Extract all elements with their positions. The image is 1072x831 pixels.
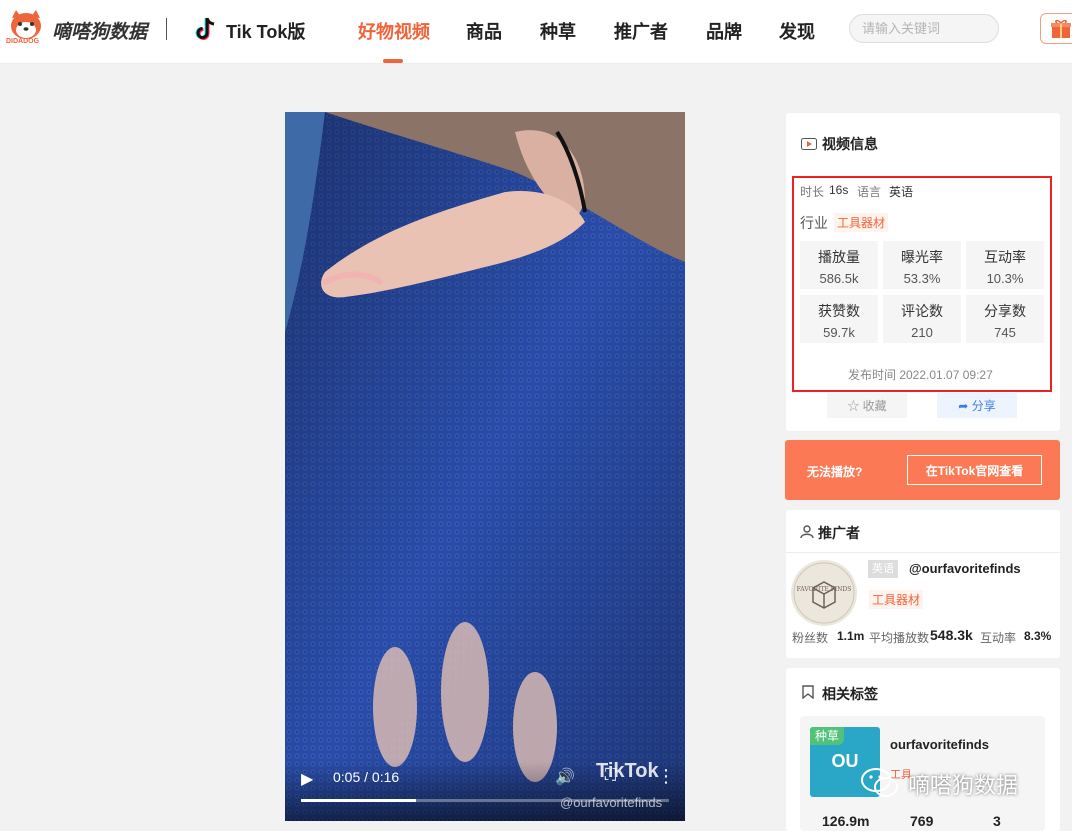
promoter-category-tag[interactable]: 工具器材 xyxy=(869,590,924,609)
industry-tag[interactable]: 工具器材 xyxy=(834,213,889,232)
search-input[interactable] xyxy=(849,14,999,43)
star-icon: ☆ xyxy=(847,399,863,413)
bookmark-icon xyxy=(802,685,814,699)
video-progress-fill xyxy=(301,799,416,802)
fans-value: 1.1m xyxy=(837,629,865,643)
volume-icon[interactable]: 🔊 xyxy=(555,767,575,787)
stat-shares: 分享数 745 xyxy=(966,295,1044,343)
nav-item-discover[interactable]: 发现 xyxy=(779,18,815,44)
stat-exposure-rate: 曝光率 53.3% xyxy=(883,241,961,289)
share-button[interactable]: ➦ 分享 xyxy=(937,393,1017,418)
avatar-text: FAVORITE FINDS xyxy=(796,586,852,593)
stat-value: 59.7k xyxy=(823,325,855,340)
language-badge: 英语 xyxy=(868,560,898,578)
tag-stat-value: 3 xyxy=(993,813,1001,829)
stat-comments: 评论数 210 xyxy=(883,295,961,343)
stat-engagement-rate: 互动率 10.3% xyxy=(966,241,1044,289)
share-icon: ➦ xyxy=(958,399,972,413)
tiktok-icon xyxy=(195,17,215,40)
stat-value: 210 xyxy=(911,325,933,340)
stat-label: 曝光率 xyxy=(901,249,943,265)
active-nav-indicator xyxy=(383,59,403,63)
publish-time: 发布时间 2022.01.07 09:27 xyxy=(848,368,993,382)
wechat-icon xyxy=(861,768,898,797)
cant-play-text: 无法播放? xyxy=(807,465,863,479)
stat-plays: 播放量 586.5k xyxy=(800,241,878,289)
tag-stat-value: 126.9m xyxy=(822,813,870,829)
related-tags-title: 相关标签 xyxy=(822,686,878,702)
gift-icon xyxy=(1051,19,1071,38)
seeding-badge: 种草 xyxy=(810,727,845,745)
stat-label: 获赞数 xyxy=(818,303,860,319)
stat-label: 互动率 xyxy=(984,249,1026,265)
platform-label: Tik Tok版 xyxy=(226,22,306,42)
stat-likes: 获赞数 59.7k xyxy=(800,295,878,343)
play-icon[interactable]: ▶ xyxy=(301,769,313,789)
promoter-title: 推广者 xyxy=(818,525,860,541)
favorite-button[interactable]: ☆ 收藏 xyxy=(827,393,907,418)
share-label: 分享 xyxy=(971,399,996,413)
video-info-title: 视频信息 xyxy=(822,136,878,152)
video-time: 0:05 / 0:16 xyxy=(333,769,400,785)
duration-label: 时长 xyxy=(800,185,825,199)
nav-item-brands[interactable]: 品牌 xyxy=(706,18,742,44)
language-label: 语言 xyxy=(857,185,882,199)
tag-name[interactable]: ourfavoritefinds xyxy=(890,737,989,752)
stat-label: 分享数 xyxy=(984,303,1026,319)
top-header: DIDADOG 嘀嗒狗数据 Tik Tok版 好物视频 商品 种草 推广者 品牌… xyxy=(0,0,1072,64)
header-divider xyxy=(166,18,167,40)
promoter-handle[interactable]: @ourfavoritefinds xyxy=(909,561,1021,576)
watermark-handle: @ourfavoritefinds xyxy=(560,795,663,810)
favorite-label: 收藏 xyxy=(862,399,887,413)
tag-stat-value: 769 xyxy=(910,813,934,829)
industry-label: 行业 xyxy=(800,215,828,231)
cant-play-banner: 无法播放? 在TikTok官网查看 xyxy=(785,440,1060,500)
user-icon xyxy=(800,525,814,539)
nav-item-seeding[interactable]: 种草 xyxy=(540,18,576,44)
stat-label: 播放量 xyxy=(818,249,860,265)
avatar[interactable]: FAVORITE FINDS xyxy=(791,560,857,626)
video-player[interactable]: ▶ 0:05 / 0:16 🔊 ⛶ ⋮ xyxy=(285,112,685,821)
fans-label: 粉丝数 xyxy=(792,631,829,645)
nav-item-videos[interactable]: 好物视频 xyxy=(358,18,430,44)
video-frame-image xyxy=(285,112,685,821)
more-options-icon[interactable]: ⋮ xyxy=(657,766,675,787)
stat-value: 586.5k xyxy=(819,271,859,286)
avg-play-label: 平均播放数 xyxy=(869,631,930,645)
stat-label: 评论数 xyxy=(901,303,943,319)
brand-name[interactable]: 嘀嗒狗数据 xyxy=(52,17,147,44)
logo-subtext: DIDADOG xyxy=(6,38,40,45)
stat-value: 53.3% xyxy=(903,271,941,286)
duration-value: 16s xyxy=(829,183,849,197)
panel-divider xyxy=(786,552,1060,553)
engagement-label: 互动率 xyxy=(980,631,1017,645)
stat-value: 10.3% xyxy=(986,271,1024,286)
view-on-tiktok-button[interactable]: 在TikTok官网查看 xyxy=(907,455,1042,485)
language-value: 英语 xyxy=(889,185,914,199)
avg-play-value: 548.3k xyxy=(930,627,973,643)
gift-button[interactable] xyxy=(1040,13,1072,44)
wechat-watermark-text: 嘀嗒狗数据 xyxy=(908,773,1019,798)
video-info-icon xyxy=(801,138,817,150)
nav-item-promoters[interactable]: 推广者 xyxy=(614,18,668,44)
tiktok-watermark: TikTok xyxy=(596,760,659,782)
stat-value: 745 xyxy=(994,325,1016,340)
engagement-value: 8.3% xyxy=(1024,629,1052,643)
nav-item-products[interactable]: 商品 xyxy=(466,18,502,44)
